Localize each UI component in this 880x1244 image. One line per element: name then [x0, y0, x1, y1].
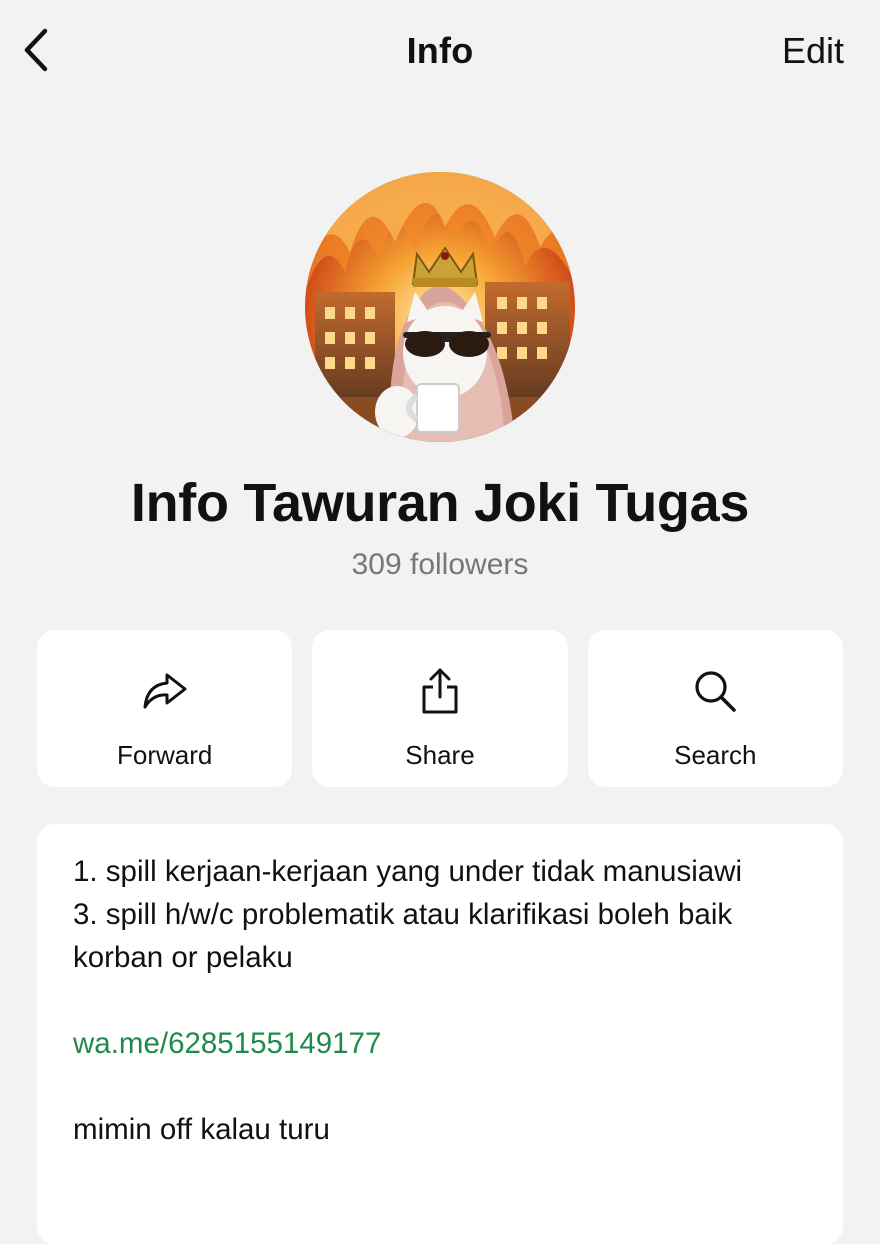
forward-icon: [143, 673, 187, 709]
forward-label: Forward: [116, 740, 213, 770]
forward-button[interactable]: Forward: [37, 630, 293, 787]
follower-count: 309 followers: [351, 548, 529, 581]
page-title: Info: [406, 30, 474, 71]
share-button[interactable]: Share: [312, 630, 568, 787]
edit-button[interactable]: Edit: [782, 30, 844, 72]
description-line-1: 1. spill kerjaan-kerjaan yang under tida…: [73, 855, 743, 888]
description-card: 1. spill kerjaan-kerjaan yang under tida…: [37, 824, 843, 1244]
share-icon: [422, 668, 458, 714]
channel-avatar[interactable]: [305, 172, 575, 442]
share-label: Share: [405, 740, 475, 770]
description-line-2: 3. spill h/w/c problematik atau klarifik…: [73, 898, 733, 974]
avatar-image: [305, 172, 575, 442]
action-buttons: Forward Share Search: [37, 630, 843, 787]
channel-name: Info Tawuran Joki Tugas: [130, 473, 750, 533]
nav-bar: Info Edit: [0, 0, 880, 100]
description-line-3: mimin off kalau turu: [73, 1113, 330, 1146]
search-icon: [695, 671, 737, 712]
search-button[interactable]: Search: [587, 630, 843, 787]
search-label: Search: [674, 740, 757, 770]
whatsapp-link[interactable]: wa.me/6285155149177: [73, 1027, 381, 1060]
